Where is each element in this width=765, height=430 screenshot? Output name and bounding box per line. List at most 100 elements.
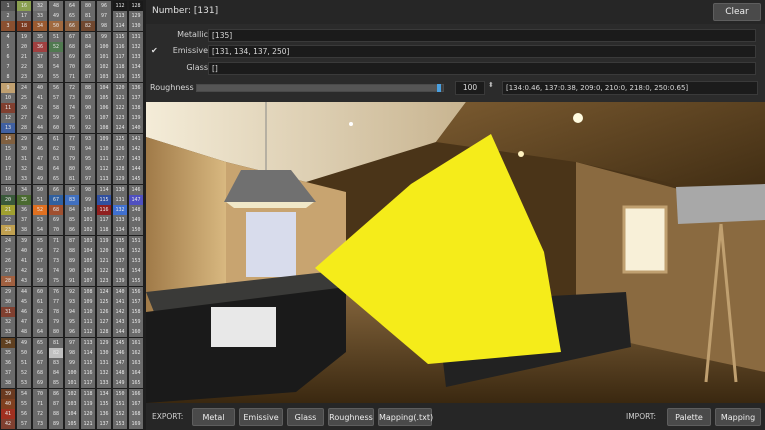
palette-cell[interactable]: 44: [17, 286, 31, 297]
palette-cell[interactable]: 32: [33, 1, 47, 11]
palette-cell[interactable]: 7: [1, 62, 15, 73]
palette-cell[interactable]: 40: [17, 245, 31, 256]
palette-cell[interactable]: 40: [1, 398, 15, 409]
palette-cell[interactable]: 124: [97, 286, 111, 297]
palette-cell[interactable]: 51: [33, 194, 47, 205]
palette-cell[interactable]: 145: [113, 337, 127, 348]
palette-cell[interactable]: 42: [1, 419, 15, 430]
palette-cell[interactable]: 65: [65, 11, 79, 22]
roughness-value-input[interactable]: 100: [455, 81, 485, 95]
palette-cell[interactable]: 17: [17, 11, 31, 22]
palette-cell[interactable]: 147: [129, 194, 143, 205]
palette-cell[interactable]: 64: [49, 164, 63, 175]
palette-cell[interactable]: 68: [49, 205, 63, 215]
palette-cell[interactable]: 69: [65, 52, 79, 62]
palette-cell[interactable]: 136: [113, 245, 127, 256]
palette-cell[interactable]: 135: [113, 235, 127, 246]
palette-cell[interactable]: 151: [129, 235, 143, 246]
palette-cell[interactable]: 104: [81, 245, 95, 256]
palette-cell[interactable]: 71: [65, 72, 79, 83]
palette-cell[interactable]: 48: [17, 327, 31, 338]
palette-cell[interactable]: 66: [65, 21, 79, 32]
palette-cell[interactable]: 51: [17, 358, 31, 368]
palette-cell[interactable]: 53: [17, 378, 31, 389]
palette-cell[interactable]: 56: [17, 409, 31, 419]
palette-cell[interactable]: 99: [81, 194, 95, 205]
palette-cell[interactable]: 58: [49, 103, 63, 113]
palette-cell[interactable]: 52: [17, 368, 31, 379]
palette-cell[interactable]: 49: [33, 174, 47, 185]
palette-cell[interactable]: 24: [17, 82, 31, 93]
palette-cell[interactable]: 2: [1, 11, 15, 22]
roughness-mapping-input[interactable]: [134:0.46, 137:0.38, 209:0, 210:0, 218:0…: [502, 81, 758, 95]
palette-cell[interactable]: 6: [1, 52, 15, 62]
palette-cell[interactable]: 118: [113, 62, 127, 73]
palette-cell[interactable]: 147: [113, 358, 127, 368]
palette-cell[interactable]: 81: [65, 174, 79, 185]
palette-cell[interactable]: 99: [65, 358, 79, 368]
palette-cell[interactable]: 89: [81, 92, 95, 103]
palette-cell[interactable]: 60: [49, 123, 63, 134]
palette-cell[interactable]: 35: [17, 194, 31, 205]
palette-cell[interactable]: 86: [49, 388, 63, 399]
palette-cell[interactable]: 98: [97, 21, 111, 32]
palette-cell[interactable]: 113: [97, 174, 111, 185]
palette-cell[interactable]: 74: [65, 103, 79, 113]
emissive-check-icon[interactable]: ✔: [151, 46, 158, 55]
palette-cell[interactable]: 150: [129, 225, 143, 236]
palette-cell[interactable]: 106: [97, 103, 111, 113]
palette-cell[interactable]: 84: [49, 368, 63, 379]
palette-cell[interactable]: 58: [33, 266, 47, 277]
palette-cell[interactable]: 143: [113, 317, 127, 328]
palette-cell[interactable]: 61: [49, 133, 63, 144]
palette-cell[interactable]: 134: [97, 388, 111, 399]
palette-cell[interactable]: 97: [97, 11, 111, 22]
palette-cell[interactable]: 67: [33, 358, 47, 368]
palette-cell[interactable]: 41: [17, 256, 31, 266]
palette-cell[interactable]: 71: [49, 235, 63, 246]
roughness-slider[interactable]: [196, 84, 444, 92]
palette-cell[interactable]: 105: [65, 419, 79, 430]
palette-cell[interactable]: 9: [1, 82, 15, 93]
palette-cell[interactable]: 80: [65, 164, 79, 175]
palette-cell[interactable]: 79: [49, 317, 63, 328]
palette-cell[interactable]: 43: [17, 276, 31, 287]
palette-cell[interactable]: 42: [33, 103, 47, 113]
palette-cell[interactable]: 42: [17, 266, 31, 277]
palette-cell[interactable]: 85: [81, 52, 95, 62]
palette-cell[interactable]: 100: [97, 41, 111, 52]
palette-cell[interactable]: 124: [113, 123, 127, 134]
palette-cell[interactable]: 19: [17, 31, 31, 42]
palette-cell[interactable]: 138: [113, 266, 127, 277]
palette-cell[interactable]: 109: [81, 296, 95, 307]
palette-cell[interactable]: 59: [49, 113, 63, 124]
palette-cell[interactable]: 52: [49, 41, 63, 52]
palette-cell[interactable]: 152: [129, 245, 143, 256]
palette-cell[interactable]: 68: [65, 41, 79, 52]
palette-cell[interactable]: 32: [17, 164, 31, 175]
palette-cell[interactable]: 55: [17, 398, 31, 409]
palette-cell[interactable]: 93: [81, 133, 95, 144]
palette-cell[interactable]: 84: [81, 41, 95, 52]
palette-cell[interactable]: 83: [81, 31, 95, 42]
palette-cell[interactable]: 38: [17, 225, 31, 236]
palette-cell[interactable]: 116: [81, 368, 95, 379]
palette-cell[interactable]: 85: [49, 378, 63, 389]
palette-cell[interactable]: 110: [97, 143, 111, 154]
palette-cell[interactable]: 21: [1, 205, 15, 215]
palette-cell[interactable]: 160: [129, 327, 143, 338]
palette-cell[interactable]: 61: [33, 296, 47, 307]
palette-cell[interactable]: 28: [1, 276, 15, 287]
palette-cell[interactable]: 64: [33, 327, 47, 338]
palette-cell[interactable]: 107: [81, 276, 95, 287]
palette-cell[interactable]: 57: [17, 419, 31, 430]
palette-cell[interactable]: 165: [129, 378, 143, 389]
palette-cell[interactable]: 137: [97, 419, 111, 430]
palette-cell[interactable]: 57: [33, 256, 47, 266]
palette-cell[interactable]: 119: [81, 398, 95, 409]
palette-cell[interactable]: 40: [33, 82, 47, 93]
palette-cell[interactable]: 80: [49, 327, 63, 338]
clear-button[interactable]: Clear: [713, 3, 761, 21]
palette-cell[interactable]: 20: [17, 41, 31, 52]
palette-cell[interactable]: 118: [81, 388, 95, 399]
